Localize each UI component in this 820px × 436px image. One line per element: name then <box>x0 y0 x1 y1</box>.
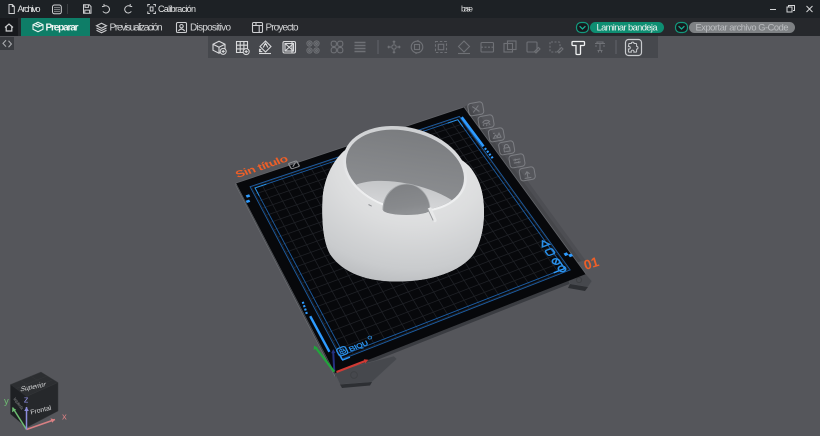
svg-text:Archivo: Archivo <box>18 4 41 14</box>
svg-text:z: z <box>24 395 29 406</box>
svg-text:base: base <box>461 4 473 14</box>
svg-text:y: y <box>4 396 9 407</box>
svg-text:Preparar: Preparar <box>46 23 79 34</box>
svg-text:Dispositivo: Dispositivo <box>190 23 231 34</box>
svg-text:Exportar archivo G-Code: Exportar archivo G-Code <box>696 22 789 32</box>
svg-text:Proyecto: Proyecto <box>266 23 299 34</box>
svg-text:Previsualización: Previsualización <box>110 23 163 34</box>
svg-text:Calibración: Calibración <box>158 4 196 14</box>
svg-text:Laminar bandeja: Laminar bandeja <box>597 22 659 32</box>
svg-text:x: x <box>62 412 67 423</box>
